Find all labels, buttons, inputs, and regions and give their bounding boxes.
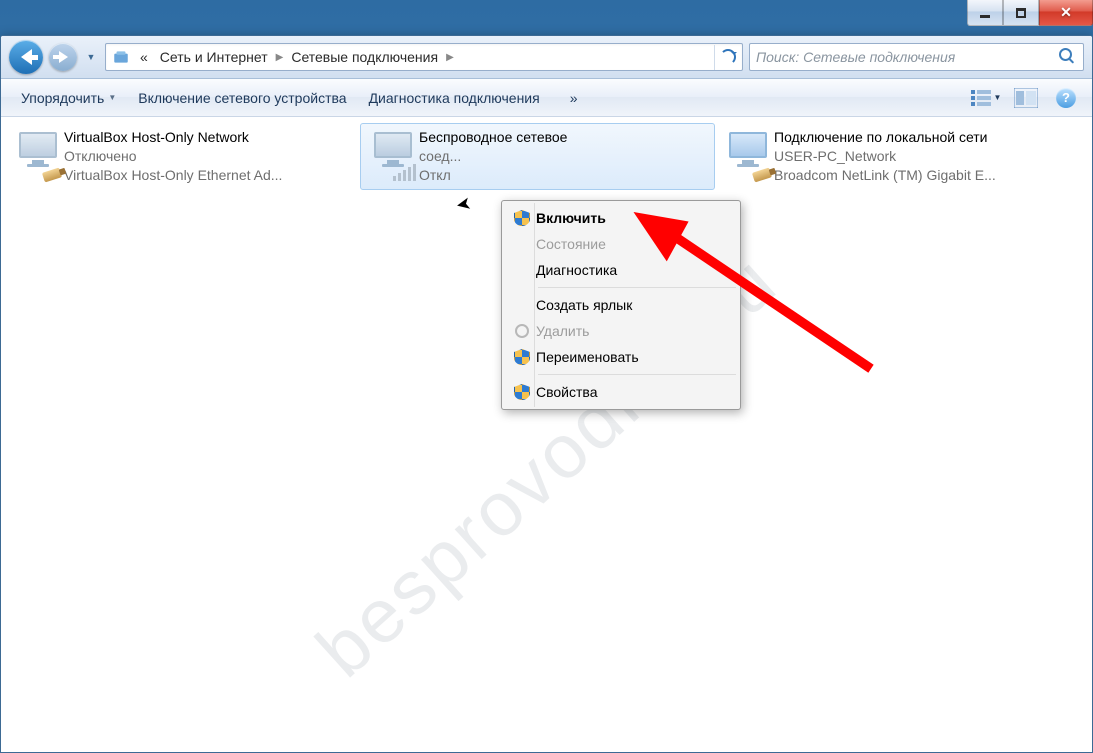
search-input[interactable]: Поиск: Сетевые подключения (749, 43, 1084, 71)
toolbar-overflow-button[interactable]: » (560, 86, 588, 110)
minimize-button[interactable] (967, 0, 1003, 26)
connection-device: Broadcom NetLink (TM) Gigabit E... (774, 166, 996, 185)
ctx-diagnostics[interactable]: Диагностика (504, 257, 738, 283)
back-button[interactable] (9, 40, 43, 74)
enable-device-label: Включение сетевого устройства (138, 90, 346, 106)
delete-icon (515, 324, 529, 338)
change-view-button[interactable]: ▼ (970, 85, 1002, 111)
refresh-button[interactable] (714, 45, 740, 70)
forward-button[interactable] (49, 43, 77, 71)
connection-name: Подключение по локальной сети (774, 128, 996, 147)
ctx-label: Состояние (536, 236, 728, 252)
enable-device-button[interactable]: Включение сетевого устройства (128, 86, 356, 110)
wireless-adapter-icon (367, 128, 419, 184)
shield-icon (514, 210, 530, 226)
connection-status: Откл (419, 166, 567, 185)
search-placeholder: Поиск: Сетевые подключения (756, 49, 1059, 65)
ctx-label: Включить (536, 210, 728, 226)
organize-button[interactable]: Упорядочить ▼ (11, 86, 126, 110)
address-prefix: « (134, 44, 154, 70)
connection-status-line: соед... (419, 147, 567, 166)
overflow-label: » (570, 90, 578, 106)
ctx-label: Переименовать (536, 349, 728, 365)
preview-pane-icon (1014, 88, 1038, 108)
search-icon (1059, 48, 1077, 66)
ctx-label: Создать ярлык (536, 297, 728, 313)
connection-name: Беспроводное сетевое (419, 128, 567, 147)
location-icon (112, 48, 130, 66)
breadcrumb-network-internet[interactable]: Сеть и Интернет (154, 44, 274, 70)
diagnose-button[interactable]: Диагностика подключения (359, 86, 550, 110)
context-menu: Включить Состояние Диагностика Создать я… (501, 200, 741, 410)
chevron-down-icon: ▼ (108, 93, 116, 102)
view-icon (971, 89, 991, 107)
breadcrumb-separator-icon[interactable]: ▶ (274, 52, 286, 63)
command-bar: Упорядочить ▼ Включение сетевого устройс… (1, 79, 1092, 117)
nav-history-dropdown[interactable]: ▼ (83, 52, 99, 62)
ctx-enable[interactable]: Включить (504, 205, 738, 231)
preview-pane-button[interactable] (1010, 85, 1042, 111)
connection-item-virtualbox[interactable]: VirtualBox Host-Only Network Отключено V… (5, 123, 360, 190)
connection-status: Отключено (64, 147, 282, 166)
shield-icon (514, 384, 530, 400)
ctx-separator (538, 287, 736, 288)
diagnose-label: Диагностика подключения (369, 90, 540, 106)
connection-item-wireless[interactable]: Беспроводное сетевое соед... Откл (360, 123, 715, 190)
help-icon: ? (1056, 88, 1076, 108)
explorer-window: ▼ « Сеть и Интернет ▶ Сетевые подключени… (0, 35, 1093, 753)
ctx-label: Свойства (536, 384, 728, 400)
connection-device: VirtualBox Host-Only Ethernet Ad... (64, 166, 282, 185)
ctx-status: Состояние (504, 231, 738, 257)
chevron-down-icon: ▼ (994, 93, 1002, 102)
ctx-properties[interactable]: Свойства (504, 379, 738, 405)
maximize-button[interactable] (1003, 0, 1039, 26)
connection-item-lan[interactable]: Подключение по локальной сети USER-PC_Ne… (715, 123, 1070, 190)
help-button[interactable]: ? (1050, 85, 1082, 111)
connections-list: VirtualBox Host-Only Network Отключено V… (1, 117, 1092, 196)
refresh-icon (720, 49, 736, 65)
ctx-delete: Удалить (504, 318, 738, 344)
organize-label: Упорядочить (21, 90, 104, 106)
address-bar[interactable]: « Сеть и Интернет ▶ Сетевые подключения … (105, 43, 743, 71)
navigation-row: ▼ « Сеть и Интернет ▶ Сетевые подключени… (1, 36, 1092, 79)
connection-name: VirtualBox Host-Only Network (64, 128, 282, 147)
shield-icon (514, 349, 530, 365)
ctx-label: Диагностика (536, 262, 728, 278)
ctx-rename[interactable]: Переименовать (504, 344, 738, 370)
close-button[interactable]: ✕ (1039, 0, 1093, 26)
ctx-create-shortcut[interactable]: Создать ярлык (504, 292, 738, 318)
breadcrumb-network-connections[interactable]: Сетевые подключения (285, 44, 444, 70)
breadcrumb-separator-icon[interactable]: ▶ (444, 52, 456, 63)
window-controls: ✕ (967, 0, 1093, 26)
ctx-separator (538, 374, 736, 375)
network-adapter-icon (12, 128, 64, 184)
ctx-label: Удалить (536, 323, 728, 339)
connection-status: USER-PC_Network (774, 147, 996, 166)
network-adapter-icon (722, 128, 774, 184)
